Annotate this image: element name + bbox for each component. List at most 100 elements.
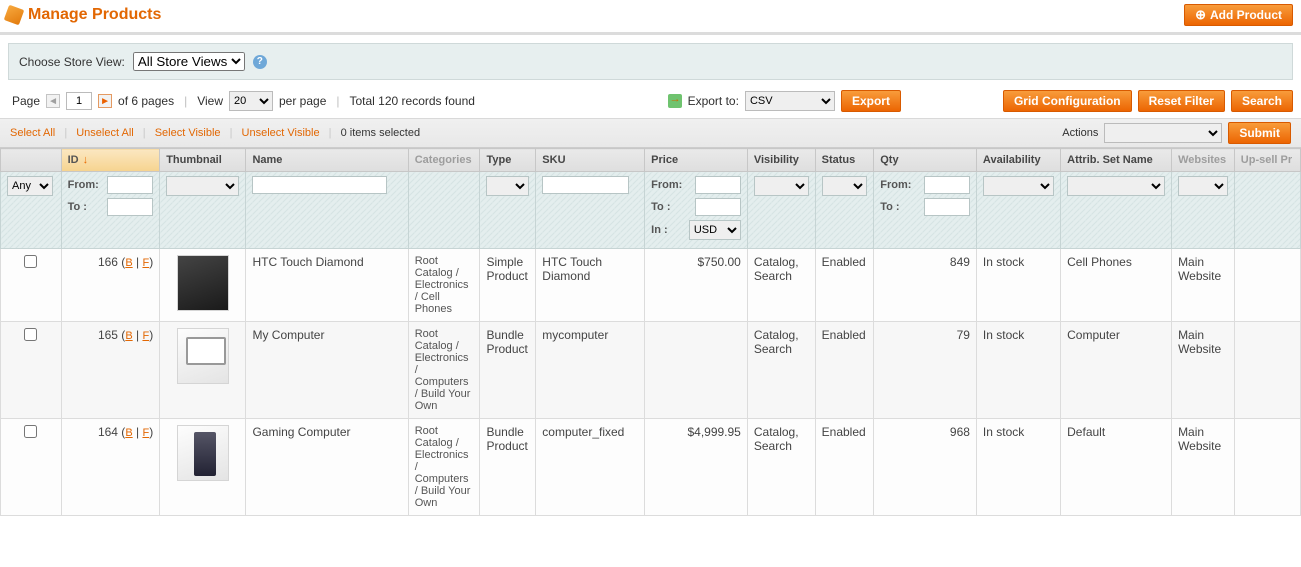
cell-price: $4,999.95 [645, 419, 748, 516]
actions-select[interactable] [1104, 123, 1222, 143]
cell-id: 164 (B | F) [61, 419, 160, 516]
filter-id-to[interactable] [107, 198, 153, 216]
store-view-bar: Choose Store View: All Store Views ? [8, 43, 1293, 80]
table-row[interactable]: 165 (B | F) My ComputerRoot Catalog / Ele… [1, 322, 1301, 419]
export-icon [668, 94, 682, 108]
col-visibility[interactable]: Visibility [747, 149, 815, 172]
cell-attrib-set: Cell Phones [1061, 249, 1172, 322]
filter-price-to[interactable] [695, 198, 741, 216]
submit-button[interactable]: Submit [1228, 122, 1291, 144]
grid-configuration-button[interactable]: Grid Configuration [1003, 90, 1132, 112]
page-number-input[interactable] [66, 92, 92, 110]
col-name[interactable]: Name [246, 149, 408, 172]
view-label: View [197, 94, 223, 108]
row-checkbox[interactable] [24, 255, 37, 268]
col-websites[interactable]: Websites [1172, 149, 1235, 172]
cell-qty: 849 [874, 249, 977, 322]
cell-websites: Main Website [1172, 419, 1235, 516]
cell-categories: Root Catalog / Electronics / Computers /… [408, 419, 480, 516]
filter-id-from[interactable] [107, 176, 153, 194]
filter-availability[interactable] [983, 176, 1054, 196]
unselect-all-link[interactable]: Unselect All [76, 127, 133, 139]
cell-sku: mycomputer [536, 322, 645, 419]
col-availability[interactable]: Availability [976, 149, 1060, 172]
cell-qty: 79 [874, 322, 977, 419]
filter-websites[interactable] [1178, 176, 1228, 196]
cell-upsell [1234, 419, 1300, 516]
col-checkbox [1, 149, 62, 172]
col-id[interactable]: ID↓ [61, 149, 160, 172]
cell-visibility: Catalog, Search [747, 322, 815, 419]
filter-any-select[interactable]: Any [7, 176, 53, 196]
cell-price: $750.00 [645, 249, 748, 322]
products-grid: ID↓ Thumbnail Name Categories Type SKU P… [0, 148, 1301, 516]
row-checkbox[interactable] [24, 425, 37, 438]
link-b[interactable]: B [125, 427, 132, 439]
filter-type[interactable] [486, 176, 529, 196]
col-thumbnail[interactable]: Thumbnail [160, 149, 246, 172]
header-separator [0, 32, 1301, 35]
filter-name[interactable] [252, 176, 386, 194]
col-status[interactable]: Status [815, 149, 874, 172]
cell-status: Enabled [815, 322, 874, 419]
total-records: Total 120 records found [350, 94, 475, 108]
items-selected: 0 items selected [341, 127, 420, 139]
cell-websites: Main Website [1172, 322, 1235, 419]
help-icon[interactable]: ? [253, 55, 267, 69]
cell-type: Simple Product [480, 249, 536, 322]
page-next-button[interactable]: ► [98, 94, 112, 108]
cell-availability: In stock [976, 322, 1060, 419]
cell-status: Enabled [815, 249, 874, 322]
col-price[interactable]: Price [645, 149, 748, 172]
link-f[interactable]: F [142, 257, 149, 269]
reset-filter-button[interactable]: Reset Filter [1138, 90, 1225, 112]
filter-status[interactable] [822, 176, 868, 196]
cell-sku: computer_fixed [536, 419, 645, 516]
export-format-select[interactable]: CSV [745, 91, 835, 111]
cell-sku: HTC Touch Diamond [536, 249, 645, 322]
cell-id: 165 (B | F) [61, 322, 160, 419]
col-sku[interactable]: SKU [536, 149, 645, 172]
cell-visibility: Catalog, Search [747, 249, 815, 322]
filter-qty-from[interactable] [924, 176, 970, 194]
add-product-label: Add Product [1210, 8, 1282, 22]
cell-attrib-set: Computer [1061, 322, 1172, 419]
per-page-select[interactable]: 20 [229, 91, 273, 111]
export-button[interactable]: Export [841, 90, 901, 112]
filter-attrib-set[interactable] [1067, 176, 1165, 196]
select-all-link[interactable]: Select All [10, 127, 55, 139]
link-b[interactable]: B [125, 330, 132, 342]
thumbnail [177, 255, 229, 311]
search-button[interactable]: Search [1231, 90, 1293, 112]
select-visible-link[interactable]: Select Visible [155, 127, 221, 139]
col-attrib-set[interactable]: Attrib. Set Name [1061, 149, 1172, 172]
link-f[interactable]: F [142, 427, 149, 439]
filter-qty-to[interactable] [924, 198, 970, 216]
cell-visibility: Catalog, Search [747, 419, 815, 516]
col-qty[interactable]: Qty [874, 149, 977, 172]
table-row[interactable]: 166 (B | F)HTC Touch DiamondRoot Catalog… [1, 249, 1301, 322]
cell-type: Bundle Product [480, 322, 536, 419]
link-b[interactable]: B [125, 257, 132, 269]
products-icon [4, 5, 25, 26]
filter-sku[interactable] [542, 176, 628, 194]
page-prev-button[interactable]: ◄ [46, 94, 60, 108]
add-product-button[interactable]: Add Product [1184, 4, 1293, 26]
filter-price-from[interactable] [695, 176, 741, 194]
cell-upsell [1234, 322, 1300, 419]
link-f[interactable]: F [142, 330, 149, 342]
filter-visibility[interactable] [754, 176, 809, 196]
unselect-visible-link[interactable]: Unselect Visible [242, 127, 320, 139]
page-title: Manage Products [28, 6, 161, 24]
cell-categories: Root Catalog / Electronics / Computers /… [408, 322, 480, 419]
cell-type: Bundle Product [480, 419, 536, 516]
cell-name: My Computer [246, 322, 408, 419]
store-view-select[interactable]: All Store Views [133, 52, 245, 71]
col-upsell[interactable]: Up-sell Pr [1234, 149, 1300, 172]
filter-currency[interactable]: USD [689, 220, 741, 240]
col-categories[interactable]: Categories [408, 149, 480, 172]
col-type[interactable]: Type [480, 149, 536, 172]
table-row[interactable]: 164 (B | F)Gaming ComputerRoot Catalog /… [1, 419, 1301, 516]
filter-thumbnail[interactable] [166, 176, 239, 196]
row-checkbox[interactable] [24, 328, 37, 341]
